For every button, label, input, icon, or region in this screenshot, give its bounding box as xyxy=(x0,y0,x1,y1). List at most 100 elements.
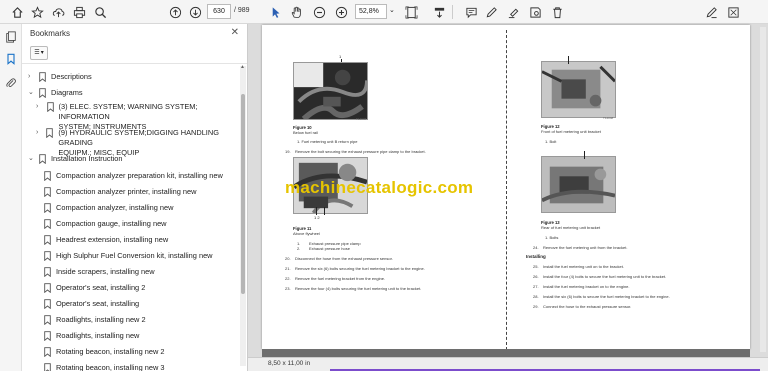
fig13-subtitle: Rear of fuel metering unit bracket xyxy=(541,225,601,230)
list-options-icon: ☰ xyxy=(34,50,40,56)
bookmark-label-line: Rotating beacon, installing new 3 xyxy=(56,363,165,371)
bookmark-label: Installation Instruction xyxy=(51,154,122,164)
left-rail xyxy=(0,24,22,371)
step-21: 21. Remove the six (6) bolts securing the… xyxy=(285,266,425,271)
next-page-icon[interactable] xyxy=(184,1,206,23)
chevron-down-icon[interactable]: ⌄ xyxy=(389,6,395,14)
close-icon[interactable]: ✕ xyxy=(231,27,239,38)
hand-icon[interactable] xyxy=(285,1,307,23)
prev-page-icon[interactable] xyxy=(164,1,186,23)
bookmark-icon xyxy=(44,315,51,325)
bookmark-options-button[interactable]: ☰ ▾ xyxy=(30,45,48,60)
bookmark-label-line: Rotating beacon, installing new 2 xyxy=(56,347,165,356)
fig11-callout-line-1 xyxy=(316,207,317,215)
bookmark-item[interactable]: Headrest extension, installing new xyxy=(44,235,168,245)
bookmark-icon xyxy=(44,331,51,341)
bookmark-label-line: Diagrams xyxy=(51,88,83,97)
figure-id-label: T14048 xyxy=(603,116,614,120)
bookmark-icon xyxy=(39,154,46,164)
scroll-up-arrow[interactable]: ▲ xyxy=(240,64,245,70)
bookmark-label-line: (9) HYDRAULIC SYSTEM;DIGGING HANDLING GR… xyxy=(58,128,219,147)
bookmark-item[interactable]: Compaction gauge, installing new xyxy=(44,219,167,229)
bookmark-label-line: Inside scrapers, installing new xyxy=(56,267,155,276)
share-icon[interactable] xyxy=(722,1,744,23)
chevron-down-icon[interactable]: ⌄ xyxy=(28,154,36,164)
bookmark-label: Compaction gauge, installing new xyxy=(56,219,167,229)
chevron-down-icon[interactable]: ⌄ xyxy=(28,88,36,98)
zoom-out-icon[interactable] xyxy=(308,1,330,23)
step-19: 19. Remove the bolt securing the exhaust … xyxy=(285,149,426,154)
home-icon[interactable] xyxy=(6,1,28,23)
upload-icon[interactable] xyxy=(47,1,69,23)
viewer-scrollbar[interactable] xyxy=(760,27,766,352)
bookmark-item[interactable]: › Descriptions xyxy=(28,72,92,82)
bookmark-label-line: Headrest extension, installing new xyxy=(56,235,169,244)
fig11-legend-2: 2. Exhaust pressure hose xyxy=(297,246,350,251)
page-gutter xyxy=(506,30,507,350)
zoom-level-field[interactable]: 52,8% xyxy=(355,4,387,19)
sign-icon[interactable] xyxy=(700,1,722,23)
bookmark-icon xyxy=(44,267,51,277)
bookmark-icon xyxy=(44,283,51,293)
bookmark-label: Diagrams xyxy=(51,88,83,98)
bookmark-item[interactable]: Compaction analyzer printer, installing … xyxy=(44,187,197,197)
step-27: 27. Install the fuel metering bracket on … xyxy=(533,284,630,289)
bookmark-label: Roadlights, installing new xyxy=(56,331,139,341)
bookmark-item[interactable]: Operator's seat, installing xyxy=(44,299,139,309)
step-29: 29. Connect the hose to the exhaust press… xyxy=(533,304,632,309)
bookmark-label-line: Roadlights, installing new 2 xyxy=(56,315,146,324)
bookmark-item[interactable]: Compaction analyzer, installing new xyxy=(44,203,174,213)
bookmark-icon xyxy=(44,363,51,371)
bookmark-item[interactable]: Roadlights, installing new xyxy=(44,331,139,341)
bookmark-label-line: Installation Instruction xyxy=(51,154,123,163)
pen-icon[interactable] xyxy=(480,1,502,23)
zoom-in-icon[interactable] xyxy=(330,1,352,23)
panel-scroll-thumb[interactable] xyxy=(241,94,245,294)
bookmarks-icon[interactable] xyxy=(4,52,18,66)
bookmark-item[interactable]: Roadlights, installing new 2 xyxy=(44,315,146,325)
bookmark-label-line: Compaction gauge, installing new xyxy=(56,219,167,228)
bookmark-label-line: Roadlights, installing new xyxy=(56,331,140,340)
chevron-down-icon: ▾ xyxy=(40,50,44,56)
select-cursor-icon[interactable] xyxy=(264,1,286,23)
step-23: 23. Remove the four (4) bolts securing th… xyxy=(285,286,422,291)
chevron-right-icon[interactable]: › xyxy=(28,72,36,82)
bookmark-item[interactable]: Inside scrapers, installing new xyxy=(44,267,155,277)
delete-icon[interactable] xyxy=(546,1,568,23)
highlight-icon[interactable] xyxy=(502,1,524,23)
bookmark-label: Compaction analyzer printer, installing … xyxy=(56,187,197,197)
print-icon[interactable] xyxy=(68,1,90,23)
stamp-icon[interactable] xyxy=(524,1,546,23)
zoom-search-icon[interactable] xyxy=(89,1,111,23)
chevron-right-icon[interactable]: › xyxy=(36,128,43,138)
bookmark-item[interactable]: Rotating beacon, installing new 3 xyxy=(44,363,164,371)
bookmark-item[interactable]: Operator's seat, installing 2 xyxy=(44,283,145,293)
bookmark-icon xyxy=(44,171,51,181)
bookmark-label-line: Descriptions xyxy=(51,72,92,81)
bookmark-item[interactable]: Compaction analyzer preparation kit, ins… xyxy=(44,171,223,181)
panel-header: Bookmarks ✕ xyxy=(22,24,247,42)
bookmark-icon xyxy=(44,219,51,229)
step-22: 22. Remove the fuel metering bracket from… xyxy=(285,276,386,281)
chevron-right-icon[interactable]: › xyxy=(36,102,44,112)
scroll-mode-icon[interactable] xyxy=(428,1,450,23)
page-thumbnails-icon[interactable] xyxy=(4,30,18,44)
figure-13-photo xyxy=(541,156,616,213)
fig12-subtitle: Front of fuel metering unit bracket xyxy=(541,129,601,134)
fig10-subtitle: Below fuel rail xyxy=(293,130,318,135)
star-icon[interactable] xyxy=(26,1,48,23)
bookmark-item[interactable]: Rotating beacon, installing new 2 xyxy=(44,347,164,357)
bookmark-item[interactable]: ⌄ Installation Instruction xyxy=(28,154,122,164)
page-size-label: 8,50 x 11,00 in xyxy=(268,360,311,367)
fit-page-icon[interactable] xyxy=(400,1,422,23)
bookmark-label: Descriptions xyxy=(51,72,92,82)
bookmark-item[interactable]: High Sulphur Fuel Conversion kit, instal… xyxy=(44,251,213,261)
page-number-input[interactable]: 630 xyxy=(207,4,231,19)
page-divider-bar xyxy=(262,349,750,357)
step-24: 24. Remove the fuel metering unit from th… xyxy=(533,245,628,250)
bookmark-item[interactable]: ⌄ Diagrams xyxy=(28,88,83,98)
bookmark-label-line: Operator's seat, installing xyxy=(56,299,140,308)
attachments-icon[interactable] xyxy=(4,76,18,90)
comment-icon[interactable] xyxy=(460,1,482,23)
bookmark-icon xyxy=(46,102,54,112)
